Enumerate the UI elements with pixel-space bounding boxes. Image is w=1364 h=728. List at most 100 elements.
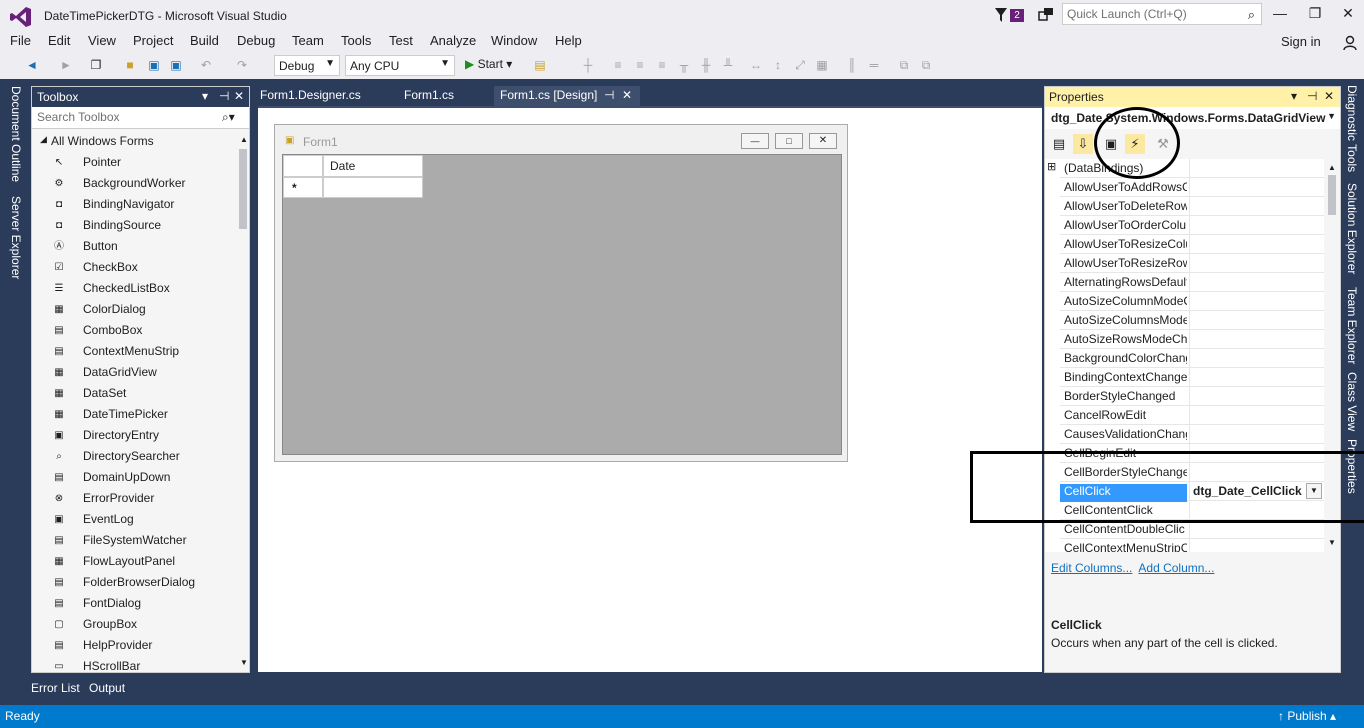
property-row[interactable]: AutoSizeColumnsMode <box>1060 311 1324 330</box>
open-file-icon[interactable]: ■ <box>122 57 138 73</box>
add-column-link[interactable]: Add Column... <box>1138 561 1214 575</box>
error-list-tab[interactable]: Error List <box>31 681 80 695</box>
redo-icon[interactable]: ↷ <box>234 57 250 73</box>
scroll-thumb[interactable] <box>1328 175 1336 215</box>
property-row[interactable]: AllowUserToResizeRows <box>1060 254 1324 273</box>
publish-button[interactable]: ↑ Publish ▴ <box>1278 709 1336 723</box>
toolbox-item[interactable]: ▦ DataSet <box>32 383 237 404</box>
toolbox-item[interactable]: ☑ CheckBox <box>32 257 237 278</box>
toolbox-item[interactable]: ↖ Pointer <box>32 152 237 173</box>
quick-launch-input[interactable]: Quick Launch (Ctrl+Q) ⌕ <box>1062 3 1262 25</box>
menu-team[interactable]: Team <box>292 33 324 48</box>
align-centers-icon[interactable]: ≡ <box>632 57 648 73</box>
close-icon[interactable]: ✕ <box>234 89 244 103</box>
align-bottoms-icon[interactable]: ╨ <box>720 57 736 73</box>
minimize-button[interactable]: — <box>1270 5 1290 23</box>
expand-plus-icon[interactable]: ⊞ <box>1047 160 1056 173</box>
window-position-icon[interactable]: ▾ <box>1291 89 1297 103</box>
team-explorer-tab[interactable]: Team Explorer <box>1345 287 1359 364</box>
sign-in-link[interactable]: Sign in <box>1281 34 1321 49</box>
property-row[interactable]: CellContextMenuStripC <box>1060 539 1324 552</box>
property-row[interactable]: CancelRowEdit <box>1060 406 1324 425</box>
restore-button[interactable]: ❐ <box>1305 5 1325 23</box>
align-to-grid-icon[interactable]: ┼ <box>580 57 596 73</box>
close-icon[interactable]: ✕ <box>1324 89 1334 103</box>
toolbox-item[interactable]: ▭ HScrollBar <box>32 656 237 677</box>
size-to-grid-icon[interactable]: ▦ <box>814 57 830 73</box>
edit-columns-link[interactable]: Edit Columns... <box>1051 561 1132 575</box>
menu-project[interactable]: Project <box>133 33 173 48</box>
pin-icon[interactable]: ⊣ <box>219 89 229 103</box>
menu-debug[interactable]: Debug <box>237 33 275 48</box>
toolbox-item[interactable]: ▣ EventLog <box>32 509 237 530</box>
menu-tools[interactable]: Tools <box>341 33 371 48</box>
toolbox-item[interactable]: Ⓐ Button <box>32 236 237 257</box>
solution-explorer-tab[interactable]: Solution Explorer <box>1345 183 1359 274</box>
property-row[interactable]: BackgroundColorChang <box>1060 349 1324 368</box>
menu-file[interactable]: File <box>10 33 31 48</box>
vertical-spacing-icon[interactable]: ═ <box>866 57 882 73</box>
toolbox-item[interactable]: ▦ ColorDialog <box>32 299 237 320</box>
undo-icon[interactable]: ↶ <box>198 57 214 73</box>
make-same-width-icon[interactable]: ↔ <box>748 57 764 73</box>
property-row[interactable]: AllowUserToAddRowsC <box>1060 178 1324 197</box>
menu-build[interactable]: Build <box>190 33 219 48</box>
toolbox-scrollbar[interactable]: ▲ ▼ <box>237 131 249 671</box>
align-lefts-icon[interactable]: ≡ <box>610 57 626 73</box>
align-tops-icon[interactable]: ╥ <box>676 57 692 73</box>
menu-edit[interactable]: Edit <box>48 33 70 48</box>
close-window-button[interactable]: ✕ <box>1338 5 1358 23</box>
toolbox-item[interactable]: ▤ FileSystemWatcher <box>32 530 237 551</box>
align-rights-icon[interactable]: ≡ <box>654 57 670 73</box>
scroll-up-icon[interactable]: ▲ <box>1328 163 1336 172</box>
horizontal-spacing-icon[interactable]: ║ <box>844 57 860 73</box>
toolbox-item[interactable]: ▦ DateTimePicker <box>32 404 237 425</box>
bring-to-front-icon[interactable]: ⧉ <box>896 57 912 73</box>
scroll-down-icon[interactable]: ▼ <box>240 658 248 667</box>
menu-test[interactable]: Test <box>389 33 413 48</box>
solution-configuration-select[interactable]: Debug ▼ <box>274 55 340 76</box>
toolbox-item[interactable]: ▢ GroupBox <box>32 614 237 635</box>
alphabetical-icon[interactable]: ⇩ <box>1073 134 1093 154</box>
toolbox-group-header[interactable]: ◢ All Windows Forms <box>32 131 237 152</box>
toolbox-item[interactable]: ▤ ContextMenuStrip <box>32 341 237 362</box>
menu-window[interactable]: Window <box>491 33 537 48</box>
class-view-tab[interactable]: Class View <box>1345 372 1359 431</box>
grid-column-header[interactable]: Date <box>323 155 423 177</box>
menu-help[interactable]: Help <box>555 33 582 48</box>
toolbox-item[interactable]: ⌕ DirectorySearcher <box>32 446 237 467</box>
scroll-up-icon[interactable]: ▲ <box>240 135 248 144</box>
toolbox-item[interactable]: ▤ DomainUpDown <box>32 467 237 488</box>
output-tab[interactable]: Output <box>89 681 125 695</box>
toolbox-item[interactable]: ⊗ ErrorProvider <box>32 488 237 509</box>
property-row[interactable]: BindingContextChange <box>1060 368 1324 387</box>
menu-view[interactable]: View <box>88 33 116 48</box>
pin-icon[interactable]: ⊣ <box>1307 89 1317 103</box>
property-row[interactable]: AllowUserToDeleteRow <box>1060 197 1324 216</box>
toolbox-item[interactable]: ▤ ComboBox <box>32 320 237 341</box>
window-position-icon[interactable]: ▾ <box>202 89 208 103</box>
navigate-back-icon[interactable]: ◄ <box>24 57 40 73</box>
make-same-height-icon[interactable]: ↕ <box>770 57 786 73</box>
tab-form1-designer-cs[interactable]: Form1.Designer.cs <box>254 86 367 106</box>
align-middles-icon[interactable]: ╫ <box>698 57 714 73</box>
start-debugging-button[interactable]: ▶ Start ▾ <box>465 57 512 71</box>
new-project-icon[interactable]: ❐ <box>88 57 104 73</box>
property-row[interactable]: AlternatingRowsDefault <box>1060 273 1324 292</box>
close-tab-icon[interactable]: ✕ <box>622 88 632 102</box>
navigate-forward-icon[interactable]: ► <box>58 57 74 73</box>
property-row[interactable]: AutoSizeColumnModeC <box>1060 292 1324 311</box>
object-selector[interactable]: dtg_Date System.Windows.Forms.DataGridVi… <box>1045 107 1340 129</box>
property-row[interactable]: AllowUserToResizeColu <box>1060 235 1324 254</box>
toolbox-item[interactable]: ▤ FolderBrowserDialog <box>32 572 237 593</box>
feedback-icon[interactable] <box>1038 7 1054 23</box>
save-icon[interactable]: ▣ <box>146 57 162 73</box>
pin-icon[interactable]: ⊣ <box>604 88 614 102</box>
property-row[interactable]: AllowUserToOrderColu <box>1060 216 1324 235</box>
categorized-icon[interactable]: ▤ <box>1049 134 1069 154</box>
scroll-down-icon[interactable]: ▼ <box>1328 538 1336 547</box>
property-row[interactable]: CausesValidationChang <box>1060 425 1324 444</box>
toolbox-item[interactable]: ⚙ BackgroundWorker <box>32 173 237 194</box>
find-in-files-icon[interactable]: ▤ <box>532 57 548 73</box>
scroll-thumb[interactable] <box>239 149 247 229</box>
